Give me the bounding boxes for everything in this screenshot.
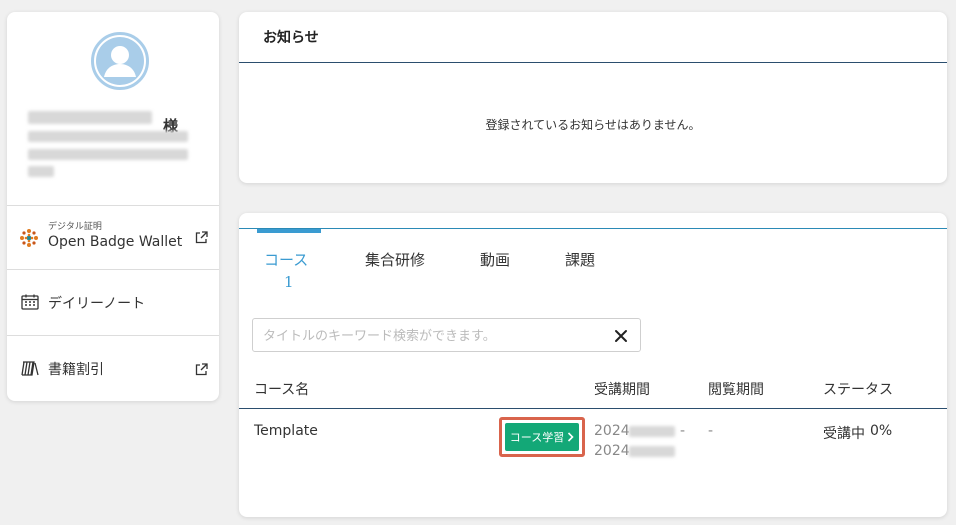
tab-assignment[interactable]: 課題 bbox=[565, 249, 595, 270]
external-link-icon bbox=[195, 361, 208, 380]
notice-title: お知らせ bbox=[263, 30, 319, 46]
notice-card: お知らせ 登録されているお知らせはありません。 bbox=[239, 12, 947, 183]
close-icon[interactable] bbox=[614, 328, 628, 347]
redacted-user-info bbox=[28, 149, 188, 160]
open-badge-logo-icon bbox=[19, 228, 39, 252]
active-tab-indicator bbox=[257, 229, 321, 233]
profile-card: 様 デジタル証明 Open Badge Wallet デイリーノート 書籍割引 bbox=[7, 12, 219, 401]
search-box bbox=[252, 318, 641, 352]
redacted-user-info bbox=[28, 131, 188, 142]
daily-note-label: デイリーノート bbox=[48, 296, 146, 312]
period-separator: - bbox=[680, 423, 686, 439]
course-study-button[interactable]: コース学習 bbox=[505, 423, 579, 451]
divider bbox=[239, 62, 947, 63]
course-study-button-label: コース学習 bbox=[509, 431, 565, 444]
course-card: コース 1 集合研修 動画 課題 コース名 受講期間 閲覧期間 ステータス Te… bbox=[239, 213, 947, 517]
redacted-user-name bbox=[28, 111, 152, 124]
viewing-period: - bbox=[708, 423, 714, 439]
external-link-icon bbox=[195, 229, 208, 248]
column-header-status: ステータス bbox=[823, 382, 893, 398]
course-name[interactable]: Template bbox=[254, 423, 318, 439]
tab-group-training[interactable]: 集合研修 bbox=[365, 249, 425, 270]
column-header-viewing: 閲覧期間 bbox=[708, 382, 764, 398]
redacted-date bbox=[629, 446, 675, 457]
books-icon bbox=[21, 360, 39, 381]
tab-video[interactable]: 動画 bbox=[480, 249, 510, 270]
open-badge-sub-label: デジタル証明 bbox=[48, 222, 102, 232]
redacted-date bbox=[629, 426, 675, 437]
calendar-icon bbox=[21, 294, 39, 314]
book-discount-label: 書籍割引 bbox=[48, 362, 104, 378]
sidebar-item-open-badge-wallet[interactable]: デジタル証明 Open Badge Wallet bbox=[7, 206, 219, 268]
tab-course-count: 1 bbox=[284, 273, 294, 291]
notice-empty-message: 登録されているお知らせはありません。 bbox=[485, 118, 701, 132]
divider bbox=[239, 408, 947, 409]
period-start: 2024 bbox=[594, 423, 630, 439]
tab-course[interactable]: コース bbox=[264, 249, 308, 270]
column-header-period: 受講期間 bbox=[594, 382, 650, 398]
period-end: 2024 bbox=[594, 443, 630, 459]
chevron-right-icon bbox=[568, 432, 574, 442]
redacted-user-info bbox=[28, 166, 54, 177]
sidebar-item-daily-note[interactable]: デイリーノート bbox=[7, 270, 219, 334]
progress-text: 0% bbox=[870, 423, 893, 439]
study-button-highlight: コース学習 bbox=[499, 417, 585, 457]
user-avatar-icon bbox=[91, 32, 149, 90]
column-header-course-name: コース名 bbox=[254, 382, 310, 398]
open-badge-label: Open Badge Wallet bbox=[48, 234, 183, 250]
search-input[interactable] bbox=[263, 326, 593, 346]
status-text: 受講中 bbox=[823, 426, 865, 442]
tab-bar-rule bbox=[239, 228, 947, 229]
sidebar-item-book-discount[interactable]: 書籍割引 bbox=[7, 336, 219, 400]
